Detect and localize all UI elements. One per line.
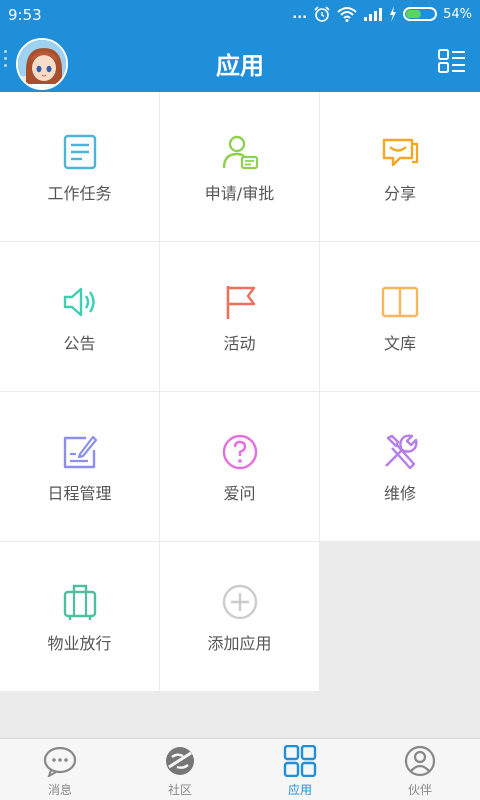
cell-signal-icon (364, 8, 383, 21)
task-list-icon (63, 134, 96, 170)
message-icon (43, 746, 77, 777)
app-ask[interactable]: 爱问 (160, 392, 319, 541)
alarm-icon (314, 6, 330, 22)
app-library[interactable]: 文库 (320, 242, 480, 391)
luggage-icon (63, 584, 96, 620)
app-label: 活动 (223, 334, 256, 353)
tab-label: 伙伴 (407, 783, 432, 797)
app-activity[interactable]: 活动 (160, 242, 319, 391)
app-label: 日程管理 (47, 484, 112, 503)
flag-icon (226, 286, 255, 319)
tab-label: 社区 (167, 783, 192, 797)
app-label: 爱问 (223, 484, 256, 503)
page-title: 应用 (216, 52, 264, 80)
app-apply-approve[interactable]: 申请/审批 (160, 92, 319, 241)
tab-label: 消息 (47, 783, 72, 797)
app-label: 公告 (63, 334, 96, 353)
chat-share-icon (382, 138, 419, 167)
charging-icon (390, 6, 397, 22)
status-bar: 9:53 ... 54% (0, 0, 480, 32)
app-header: 应用 (0, 32, 480, 92)
question-icon (222, 434, 257, 470)
app-label: 维修 (383, 484, 416, 503)
app-work-task[interactable]: 工作任务 (0, 92, 159, 241)
add-app-button[interactable]: 添加应用 (160, 542, 319, 691)
app-label: 申请/审批 (204, 184, 275, 203)
speaker-icon (63, 287, 95, 317)
list-menu-icon[interactable] (438, 49, 466, 75)
battery-icon (403, 7, 438, 21)
apps-grid-icon (283, 745, 317, 777)
tab-partners[interactable]: 伙伴 (360, 739, 480, 800)
app-schedule[interactable]: 日程管理 (0, 392, 159, 541)
more-dots: ... (292, 6, 308, 22)
tab-messages[interactable]: 消息 (0, 739, 120, 800)
add-circle-icon (222, 584, 257, 620)
tab-apps[interactable]: 应用 (240, 739, 360, 800)
app-announcement[interactable]: 公告 (0, 242, 159, 391)
app-label: 分享 (383, 184, 416, 203)
tab-community[interactable]: 社区 (120, 739, 240, 800)
partner-icon (404, 745, 436, 777)
bottom-tab-bar: 消息 社区 应用 伙伴 (0, 738, 480, 800)
book-icon (381, 286, 419, 318)
app-label: 物业放行 (47, 634, 112, 653)
tools-icon (385, 434, 418, 470)
user-approval-icon (222, 135, 258, 170)
app-label: 添加应用 (207, 634, 272, 653)
tab-label: 应用 (287, 783, 312, 797)
schedule-edit-icon (63, 435, 97, 469)
community-icon (166, 747, 194, 775)
battery-percent: 54% (443, 6, 472, 22)
status-time: 9:53 (8, 6, 42, 24)
app-label: 工作任务 (47, 184, 112, 203)
app-label: 文库 (383, 334, 416, 353)
system-icons: ... 54% (292, 6, 472, 22)
app-share[interactable]: 分享 (320, 92, 480, 241)
wifi-icon (337, 7, 357, 22)
app-property-release[interactable]: 物业放行 (0, 542, 159, 691)
app-repair[interactable]: 维修 (320, 392, 480, 541)
